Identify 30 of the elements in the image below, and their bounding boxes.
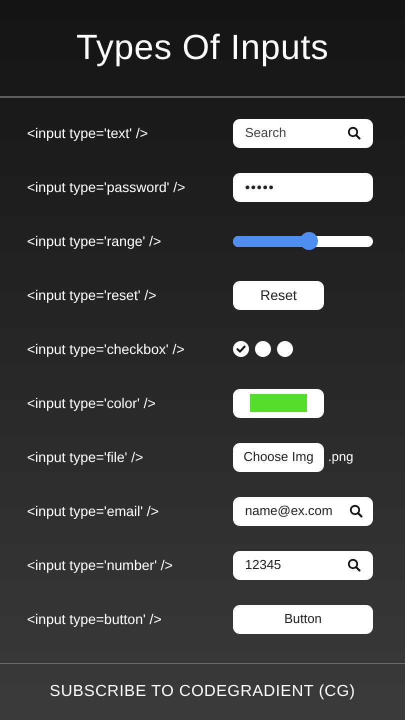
reset-button[interactable]: Reset bbox=[233, 280, 324, 310]
file-extension: .png bbox=[328, 448, 354, 466]
input-type-label: <input type='text' /> bbox=[27, 124, 149, 143]
input-field[interactable]: ••••• bbox=[233, 172, 373, 202]
checkbox[interactable] bbox=[233, 341, 249, 357]
input-type-label: <input type='file' /> bbox=[27, 448, 144, 467]
input-field[interactable]: 12345 bbox=[233, 550, 373, 580]
placeholder-text: Search bbox=[245, 124, 286, 142]
input-type-label: <input type='color' /> bbox=[27, 394, 157, 413]
button[interactable]: Button bbox=[233, 604, 373, 634]
input-field[interactable]: Search bbox=[233, 118, 373, 148]
check-icon bbox=[236, 344, 246, 354]
input-type-label: <input type='password' /> bbox=[27, 178, 186, 197]
input-type-label: <input type='number' /> bbox=[27, 556, 174, 575]
input-type-label: <input type='checkbox' /> bbox=[27, 340, 186, 359]
choose-file-button[interactable]: Choose Img bbox=[233, 442, 324, 472]
input-type-label: <input type='reset' /> bbox=[27, 286, 158, 305]
input-field[interactable]: name@ex.com bbox=[233, 496, 373, 526]
input-type-label: <input type=button' /> bbox=[27, 610, 163, 629]
input-type-label: <input type='email' /> bbox=[27, 502, 160, 521]
subscribe-text: SUBSCRIBE TO CODEGRADIENT (CG) bbox=[50, 682, 356, 702]
checkbox[interactable] bbox=[255, 341, 271, 357]
page-title: Types Of Inputs bbox=[76, 26, 329, 69]
field-value: 12345 bbox=[245, 556, 282, 574]
input-type-label: <input type='range' /> bbox=[27, 232, 162, 251]
field-value: ••••• bbox=[245, 178, 275, 196]
field-value: name@ex.com bbox=[245, 502, 333, 520]
range-slider[interactable] bbox=[233, 232, 373, 250]
color-picker[interactable] bbox=[233, 388, 324, 418]
checkbox[interactable] bbox=[277, 341, 293, 357]
